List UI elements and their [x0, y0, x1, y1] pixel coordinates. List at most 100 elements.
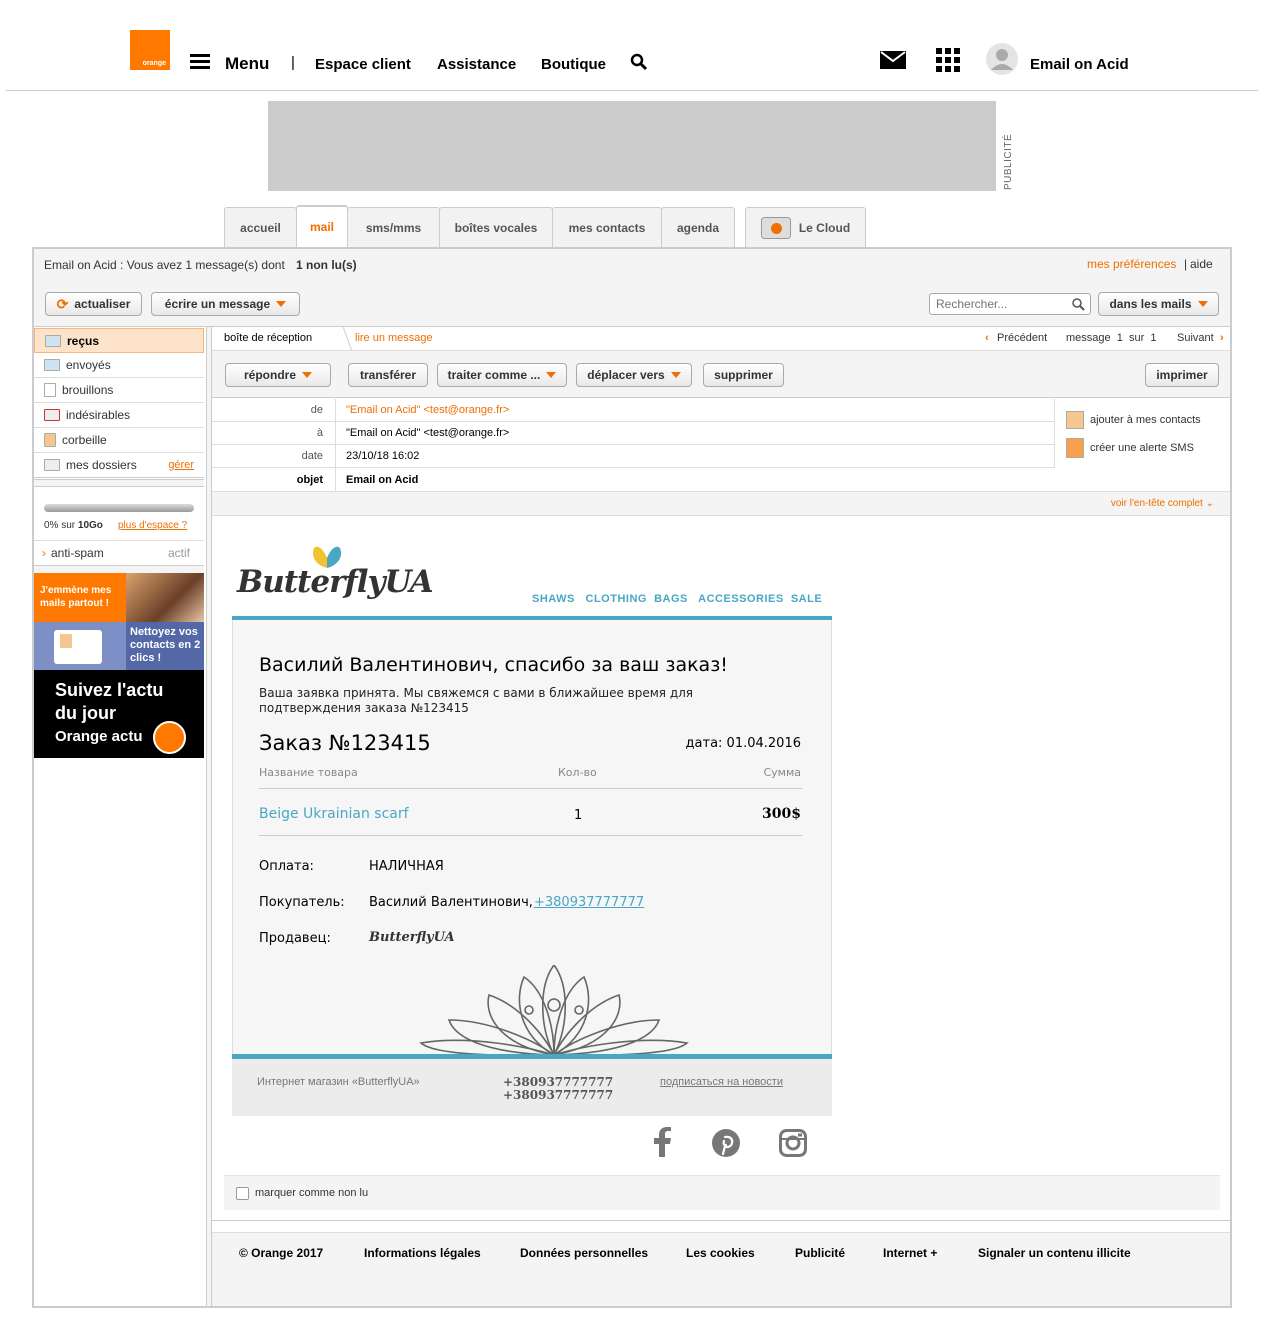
footer-report-content[interactable]: Signaler un contenu illicite [978, 1246, 1131, 1260]
col-product: Название товара [259, 766, 358, 779]
drafts-icon [44, 383, 56, 397]
promo-news[interactable]: Suivez l'actu du jour Orange actu [34, 670, 204, 758]
promo-photo [126, 573, 204, 622]
item-name[interactable]: Beige Ukrainian scarf [259, 806, 409, 822]
apps-grid-icon[interactable] [936, 48, 960, 72]
mark-unread-checkbox[interactable] [236, 1187, 249, 1200]
sidebar-item-label: mes dossiers [66, 458, 137, 472]
search-input[interactable] [929, 293, 1091, 315]
email-nav-clothing[interactable]: CLOTHING [586, 593, 647, 605]
email-nav-accessories[interactable]: ACCESSORIES [698, 593, 784, 605]
tab-voicemail[interactable]: boîtes vocales [439, 207, 553, 247]
preferences-link[interactable]: mes préférences [1087, 257, 1176, 271]
chevron-right-icon[interactable]: › [1220, 332, 1224, 344]
subject-label: objet [212, 468, 336, 491]
email-nav-sale[interactable]: SALE [791, 593, 822, 605]
sms-alert-link[interactable]: créer une alerte SMS [1066, 438, 1194, 458]
table-rule [259, 835, 802, 836]
email-brand-header: ButterflyUA SHAWS CLOTHING BAGS ACCESSOR… [232, 540, 832, 616]
pinterest-icon[interactable] [711, 1128, 741, 1158]
avatar-icon[interactable] [986, 43, 1018, 75]
from-value[interactable]: "Email on Acid" <test@orange.fr> [336, 404, 509, 416]
facebook-icon[interactable] [652, 1127, 672, 1157]
manage-folders-link[interactable]: gérer [168, 459, 194, 471]
tab-cloud[interactable]: Le Cloud [745, 207, 866, 247]
header-divider [1054, 399, 1055, 468]
chevron-right-icon: › [42, 546, 46, 560]
order-number: Заказ №123415 [259, 731, 431, 755]
mark-as-button[interactable]: traiter comme ... [437, 363, 567, 387]
search-icon[interactable] [1072, 298, 1085, 311]
next-link[interactable]: Suivant [1177, 332, 1214, 344]
user-name[interactable]: Email on Acid [1030, 56, 1129, 73]
ad-banner[interactable] [268, 101, 996, 191]
sidebar-item-drafts[interactable]: brouillons [34, 378, 204, 403]
help-link[interactable]: aide [1190, 257, 1213, 271]
header-date-row: date 23/10/18 16:02 [212, 445, 1054, 468]
antispam-row[interactable]: › anti-spam actif [34, 540, 204, 565]
breadcrumb-inbox[interactable]: boîte de réception [224, 332, 312, 344]
buyer-phone-link[interactable]: +380937777777 [534, 895, 644, 910]
footer-privacy[interactable]: Données personnelles [520, 1246, 648, 1260]
sidebar-item-inbox[interactable]: reçus [34, 328, 204, 353]
delete-button[interactable]: supprimer [703, 363, 784, 387]
more-space-link[interactable]: plus d'espace ? [118, 520, 187, 531]
footer-cookies[interactable]: Les cookies [686, 1246, 755, 1260]
search-scope-select[interactable]: dans les mails [1098, 292, 1219, 316]
reply-button[interactable]: répondre [225, 363, 331, 387]
brand-logo[interactable]: ButterflyUA [237, 564, 434, 600]
email-nav-bags[interactable]: BAGS [654, 593, 688, 605]
tab-sms-mms[interactable]: sms/mms [347, 207, 440, 247]
forward-button[interactable]: transférer [348, 363, 428, 387]
phone-icon [1066, 438, 1084, 458]
sidebar-item-label: corbeille [62, 433, 107, 447]
chevron-left-icon[interactable]: ‹ [985, 332, 989, 344]
tab-agenda[interactable]: agenda [661, 207, 735, 247]
antispam-state: actif [167, 546, 190, 560]
sidebar-divider [34, 565, 204, 573]
search-field[interactable] [936, 297, 1066, 311]
menu-link[interactable]: Menu [225, 54, 269, 74]
mandala-ornament [419, 965, 689, 1055]
order-date: дата: 01.04.2016 [685, 736, 801, 751]
mark-unread-label[interactable]: marquer comme non lu [255, 1187, 368, 1199]
to-value: "Email on Acid" <test@orange.fr> [346, 427, 510, 439]
to-label: à [212, 422, 336, 444]
nav-assistance[interactable]: Assistance [437, 56, 516, 73]
quota-text: 0% sur 10Go [44, 520, 103, 531]
tab-mail[interactable]: mail [296, 205, 348, 247]
refresh-button[interactable]: ⟳ actualiser [45, 292, 142, 316]
footer-legal[interactable]: Informations légales [364, 1246, 481, 1260]
previous-link[interactable]: Précédent [997, 332, 1047, 344]
mail-icon[interactable] [879, 50, 907, 70]
promo-mobile[interactable]: J'emmène mes mails partout ! [34, 573, 204, 622]
nav-espace-client[interactable]: Espace client [315, 56, 411, 73]
nav-boutique[interactable]: Boutique [541, 56, 606, 73]
subscribe-link[interactable]: подписаться на новости [660, 1076, 783, 1088]
search-icon[interactable] [630, 53, 648, 71]
move-to-button[interactable]: déplacer vers [576, 363, 692, 387]
trash-icon [44, 433, 56, 447]
hamburger-icon[interactable] [190, 54, 210, 70]
shop-name: Интернет магазин «ButterflyUA» [257, 1076, 420, 1088]
chevron-down-icon [546, 372, 557, 378]
sidebar-item-spam[interactable]: indésirables [34, 403, 204, 428]
sidebar-item-trash[interactable]: corbeille [34, 428, 204, 453]
tab-contacts[interactable]: mes contacts [552, 207, 662, 247]
instagram-icon[interactable] [779, 1129, 807, 1157]
delete-label: supprimer [714, 368, 773, 382]
email-card: Василий Валентинович, спасибо за ваш зак… [232, 620, 832, 1055]
shop-phone-1: +380937777777 [503, 1075, 614, 1089]
print-button[interactable]: imprimer [1145, 363, 1219, 387]
add-contact-link[interactable]: ajouter à mes contacts [1066, 411, 1201, 429]
footer-advertising[interactable]: Publicité [795, 1246, 845, 1260]
sidebar-item-folders[interactable]: mes dossiers gérer [34, 453, 204, 478]
full-header-link[interactable]: voir l'en-tête complet ⌄ [1111, 498, 1214, 509]
footer-internet-plus[interactable]: Internet + [883, 1246, 937, 1260]
email-nav-shaws[interactable]: SHAWS [532, 593, 575, 605]
sidebar-item-sent[interactable]: envoyés [34, 353, 204, 378]
tab-accueil[interactable]: accueil [224, 207, 297, 247]
compose-button[interactable]: écrire un message [151, 292, 300, 316]
promo-contacts[interactable]: Nettoyez vos contacts en 2 clics ! [34, 622, 204, 670]
orange-logo[interactable]: orange [130, 30, 170, 70]
